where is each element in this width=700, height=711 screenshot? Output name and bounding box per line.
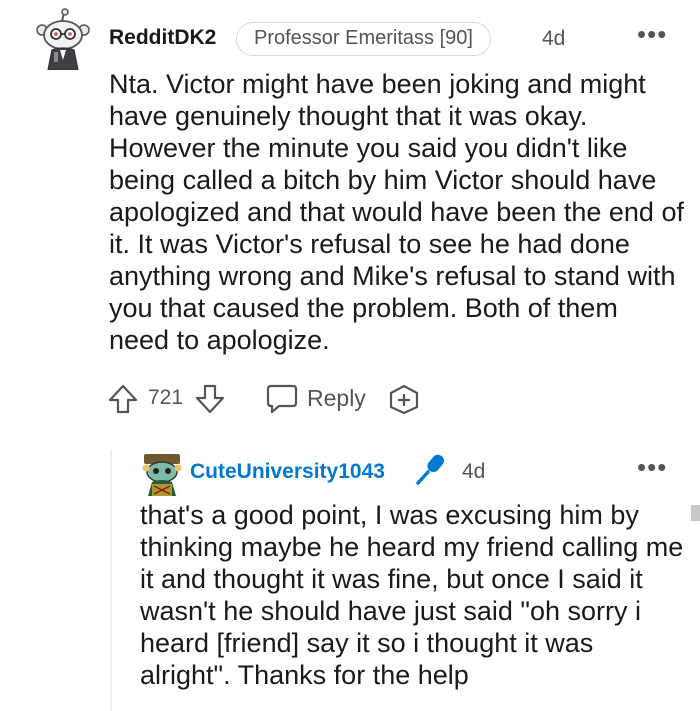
snoo-avatar-icon: [36, 8, 90, 71]
avatar[interactable]: [34, 8, 92, 71]
microphone-badge: [414, 452, 448, 491]
chat-bubble-icon: [266, 384, 298, 414]
downvote-arrow-icon: [195, 384, 225, 414]
downvote-button[interactable]: [195, 383, 225, 420]
award-button[interactable]: [387, 383, 421, 420]
scrollbar-thumb[interactable]: [691, 505, 700, 521]
snoo-avatar-icon: [142, 454, 182, 496]
comment-author-op[interactable]: CuteUniversity1043: [190, 460, 385, 484]
upvote-arrow-icon: [108, 384, 138, 414]
avatar[interactable]: [140, 452, 184, 496]
more-options-button[interactable]: •••: [637, 21, 667, 47]
user-flair: Professor Emeritass [90]: [236, 22, 491, 56]
reply-label[interactable]: Reply: [307, 385, 366, 412]
comment-body: that's a good point, I was excusing him …: [140, 500, 684, 690]
microphone-icon: [416, 454, 444, 485]
vote-score: 721: [148, 386, 184, 409]
comment-author[interactable]: RedditDK2: [109, 26, 216, 50]
more-options-button[interactable]: •••: [637, 454, 667, 480]
upvote-button[interactable]: [108, 383, 138, 420]
reply-button[interactable]: [265, 383, 299, 420]
comment-timestamp: 4d: [542, 27, 566, 50]
comment-body: Nta. Victor might have been joking and m…: [109, 69, 684, 355]
award-plus-icon: [389, 384, 419, 415]
comment-timestamp: 4d: [462, 460, 486, 483]
thread-line[interactable]: [110, 450, 112, 711]
